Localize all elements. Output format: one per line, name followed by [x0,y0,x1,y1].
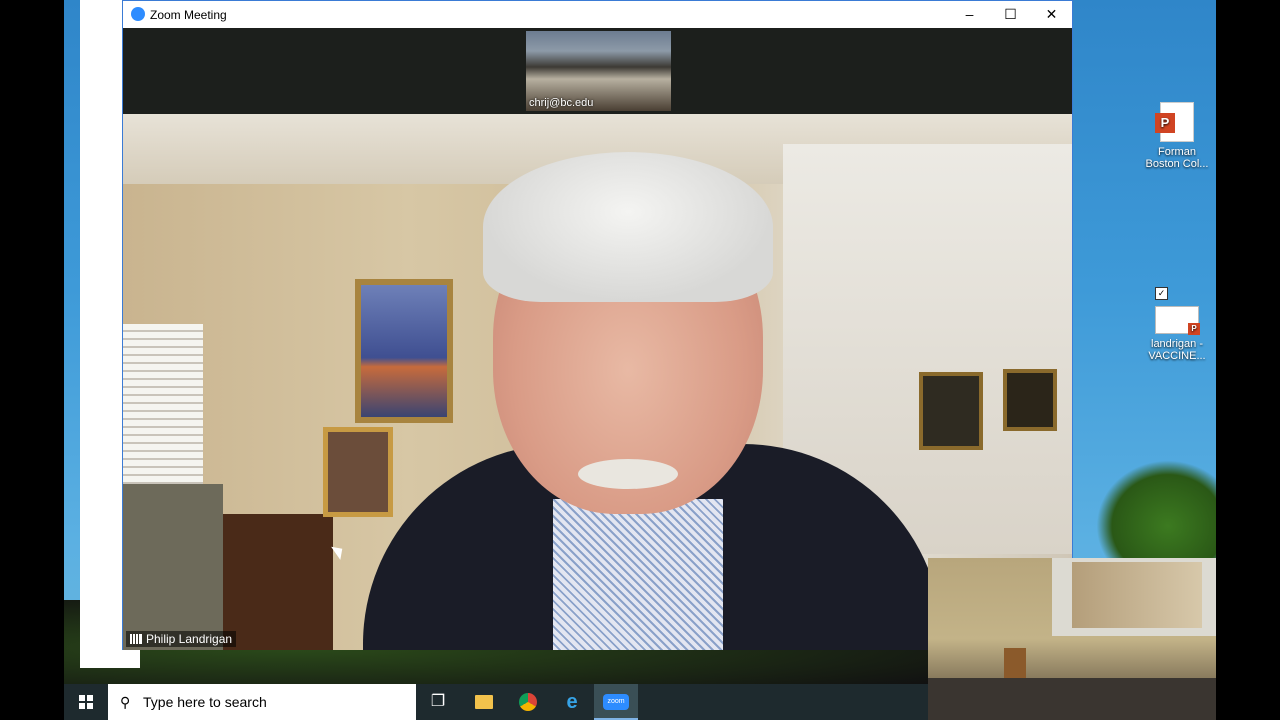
task-view-icon: ❐ [430,693,446,710]
task-view-button[interactable]: ❐ [416,684,460,720]
desktop-icon-checkbox[interactable]: ✓ [1155,287,1168,300]
chrome-icon [519,692,537,711]
desktop-icon-landrigan[interactable]: P landrigan - VACCINE... [1137,306,1217,362]
edge-button[interactable]: e [550,684,594,720]
search-placeholder: Type here to search [143,694,267,710]
speaker-mustache [578,459,678,489]
search-icon: ⚲ [120,694,131,710]
participant-video-thumbnail[interactable]: chrij@bc.edu [526,31,671,111]
speaker-shirt [553,499,723,650]
speaker-hair [483,152,773,302]
zoom-logo-icon [131,7,145,21]
maximize-button[interactable]: ☐ [990,1,1031,28]
letterbox-right [1216,0,1280,720]
file-explorer-button[interactable] [462,684,506,720]
podium [1004,648,1026,682]
close-button[interactable]: ✕ [1031,1,1072,28]
desktop-icon-forman[interactable]: P Forman Boston Col... [1137,102,1217,170]
window-title: Zoom Meeting [150,8,227,22]
desktop-icon-label: landrigan - [1151,338,1203,350]
powerpoint-thumbnail-icon: P [1155,306,1200,335]
zoom-app-icon: zoom [603,693,629,710]
letterbox-left [0,0,64,720]
folder-icon [475,694,493,709]
start-button[interactable] [64,684,108,720]
projector-screen [1052,558,1216,636]
mouse-cursor-icon [331,542,347,560]
minimize-button[interactable]: – [949,1,990,28]
powerpoint-file-icon: P [1155,102,1194,142]
video-photo-frame [323,427,393,517]
taskbar-search-box[interactable]: ⚲ Type here to search [108,684,416,720]
video-window-blinds [123,324,203,494]
desktop-icon-label: Forman [1158,146,1196,158]
desktop-icon-label: Boston Col... [1145,158,1209,170]
video-painting [1003,369,1057,431]
video-bookshelf [223,514,333,650]
video-painting [355,279,453,423]
projected-video [1072,562,1202,628]
zoom-meeting-window[interactable]: Zoom Meeting – ☐ ✕ chrij@bc.edu Philip L… [122,0,1073,650]
window-titlebar[interactable]: Zoom Meeting – ☐ ✕ [123,1,1072,28]
room-camera-overlay [928,558,1216,720]
video-chair [123,484,223,650]
chrome-button[interactable] [506,684,550,720]
desktop-icon-label: VACCINE... [1148,350,1206,362]
speaker-name-badge: Philip Landrigan [126,631,237,647]
signal-strength-icon [130,634,142,644]
wallpaper-tree [1096,460,1216,570]
speaker-name: Philip Landrigan [146,632,233,646]
video-painting [919,372,983,450]
zoom-taskbar-button[interactable]: zoom [594,684,638,720]
participant-strip: chrij@bc.edu [123,28,1072,114]
windows-taskbar: ⚲ Type here to search ❐ e zoom [64,684,928,720]
internet-explorer-icon: e [566,691,578,713]
windows-logo-icon [79,695,93,709]
participant-name-label: chrij@bc.edu [529,97,594,109]
audience-area [928,678,1216,720]
